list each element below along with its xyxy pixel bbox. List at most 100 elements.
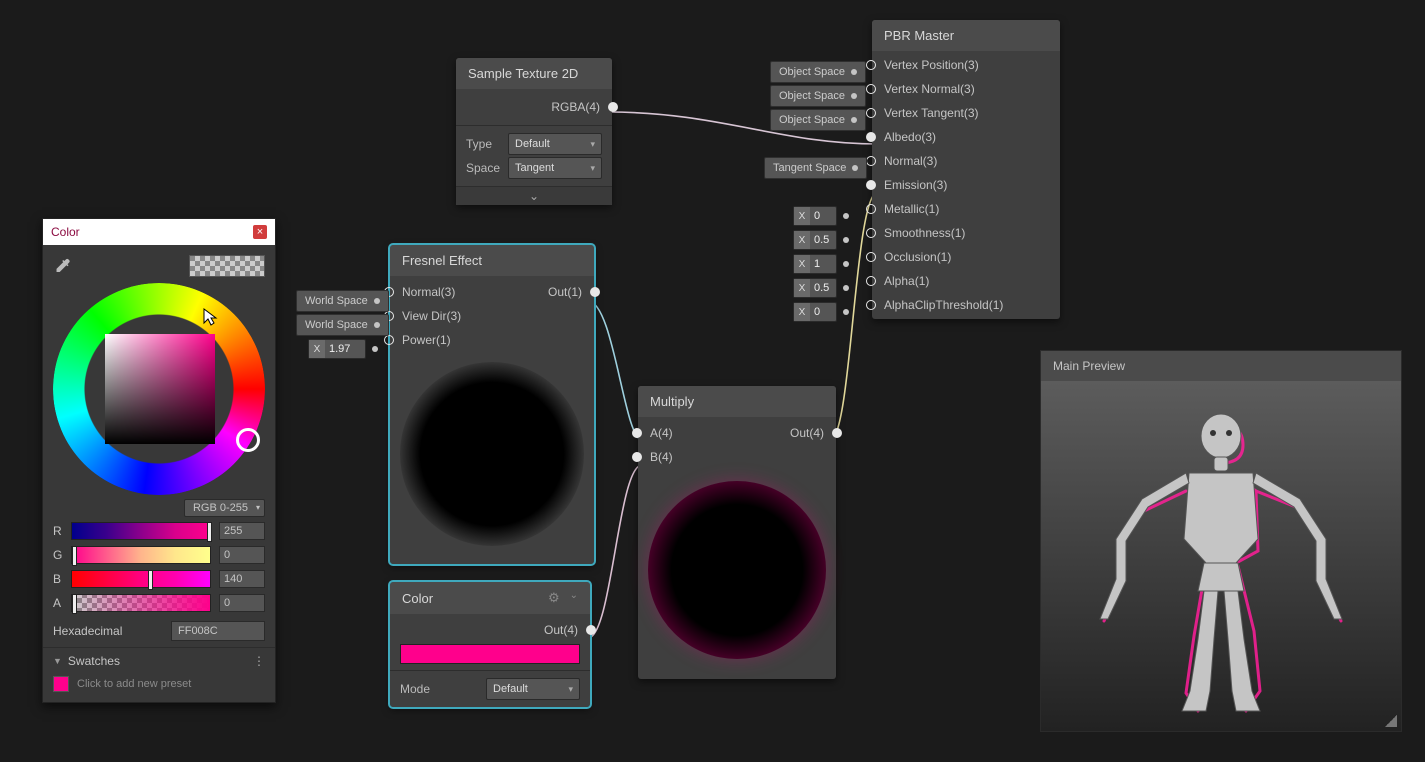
node-fresnel-effect[interactable]: Fresnel Effect Normal(3) View Dir(3) Pow…: [390, 245, 594, 564]
input-port-alphaclip[interactable]: [866, 300, 876, 310]
input-port-smoothness[interactable]: [866, 228, 876, 238]
input-label: Metallic(1): [884, 202, 939, 216]
input-port-normal[interactable]: [866, 156, 876, 166]
panel-title: Main Preview: [1041, 351, 1401, 381]
color-wheel[interactable]: [53, 283, 265, 495]
r-value[interactable]: 255: [219, 522, 265, 540]
input-port-emission[interactable]: [866, 180, 876, 190]
chevron-down-icon[interactable]: ▼: [53, 656, 62, 666]
status-dot: [374, 322, 380, 328]
node-multiply[interactable]: Multiply A(4) B(4) Out(4): [638, 386, 836, 679]
more-icon[interactable]: ⋮: [253, 654, 265, 668]
space-tag[interactable]: Object Space: [770, 85, 866, 107]
power-field[interactable]: X1.97: [308, 339, 366, 359]
smoothness-field[interactable]: X0.5: [793, 230, 837, 250]
alpha-field[interactable]: X0.5: [793, 278, 837, 298]
input-label-normal: Normal(3): [402, 285, 455, 299]
g-value[interactable]: 0: [219, 546, 265, 564]
input-label: Alpha(1): [884, 274, 929, 288]
g-slider[interactable]: [71, 546, 211, 564]
cursor-icon: [203, 308, 219, 326]
space-label: Space: [466, 161, 500, 175]
close-button[interactable]: ×: [253, 225, 267, 239]
input-port-vertex-normal[interactable]: [866, 84, 876, 94]
gear-icon[interactable]: ⚙: [548, 590, 560, 606]
space-tag-viewdir[interactable]: World Space: [296, 314, 389, 336]
output-port-out[interactable]: [586, 625, 596, 635]
mode-select[interactable]: Default▾: [486, 678, 580, 700]
color-swatch[interactable]: [400, 644, 580, 664]
input-port-metallic[interactable]: [866, 204, 876, 214]
space-tag[interactable]: Tangent Space: [764, 157, 867, 179]
b-value[interactable]: 140: [219, 570, 265, 588]
r-slider[interactable]: [71, 522, 211, 540]
input-label: Vertex Normal(3): [884, 82, 975, 96]
b-slider[interactable]: [71, 570, 211, 588]
a-slider[interactable]: [71, 594, 211, 612]
output-port-out[interactable]: [590, 287, 600, 297]
space-tag[interactable]: Object Space: [770, 109, 866, 131]
node-title: Sample Texture 2D: [456, 58, 612, 89]
eyedropper-icon[interactable]: [53, 257, 71, 275]
mode-label: Mode: [400, 682, 430, 696]
preset-swatch[interactable]: [53, 676, 69, 692]
input-label: Smoothness(1): [884, 226, 965, 240]
input-label: Vertex Position(3): [884, 58, 979, 72]
output-label: Out(4): [544, 623, 578, 637]
preview-viewport[interactable]: [1041, 381, 1401, 731]
saturation-value-box[interactable]: [105, 334, 215, 444]
space-select[interactable]: Tangent▾: [508, 157, 602, 179]
alphaclip-field[interactable]: X0: [793, 302, 837, 322]
status-dot: [843, 309, 849, 315]
status-dot: [852, 165, 858, 171]
node-sample-texture-2d[interactable]: Sample Texture 2D RGBA(4) Type Default▾ …: [456, 58, 612, 205]
space-tag[interactable]: Object Space: [770, 61, 866, 83]
input-label-b: B(4): [650, 450, 673, 464]
node-title: Color ⚙ ⌄: [390, 582, 590, 614]
output-port-out[interactable]: [832, 428, 842, 438]
node-preview: [400, 362, 584, 546]
node-title: PBR Master: [872, 20, 1060, 51]
type-select[interactable]: Default▾: [508, 133, 602, 155]
resize-handle[interactable]: [1385, 715, 1397, 727]
occlusion-field[interactable]: X1: [793, 254, 837, 274]
type-label: Type: [466, 137, 492, 151]
color-mode-select[interactable]: RGB 0-255▾: [184, 499, 265, 517]
color-picker-panel[interactable]: Color × RGB 0-255▾ R 255 G 0: [42, 218, 276, 703]
expand-toggle[interactable]: ⌄: [456, 186, 612, 205]
input-label: Normal(3): [884, 154, 937, 168]
input-port-alpha[interactable]: [866, 276, 876, 286]
chevron-down-icon[interactable]: ⌄: [570, 590, 578, 606]
input-port-albedo[interactable]: [866, 132, 876, 142]
status-dot: [851, 69, 857, 75]
input-port-occlusion[interactable]: [866, 252, 876, 262]
swatches-label: Swatches: [68, 654, 120, 668]
input-port-power[interactable]: [384, 335, 394, 345]
chevron-down-icon: ▾: [590, 163, 595, 174]
panel-title-bar[interactable]: Color ×: [43, 219, 275, 245]
input-label: AlphaClipThreshold(1): [884, 298, 1003, 312]
hex-field[interactable]: FF008C: [171, 621, 265, 641]
input-port-a[interactable]: [632, 428, 642, 438]
r-label: R: [53, 524, 63, 538]
metallic-field[interactable]: X0: [793, 206, 837, 226]
input-port-b[interactable]: [632, 452, 642, 462]
status-dot: [372, 346, 378, 352]
status-dot: [851, 117, 857, 123]
node-pbr-master[interactable]: PBR Master Vertex Position(3) Vertex Nor…: [872, 20, 1060, 319]
chevron-down-icon: ▾: [590, 139, 595, 150]
input-port-vertex-tangent[interactable]: [866, 108, 876, 118]
a-value[interactable]: 0: [219, 594, 265, 612]
node-color[interactable]: Color ⚙ ⌄ Out(4) Mode Default▾: [390, 582, 590, 707]
robot-preview: [1086, 391, 1356, 721]
current-color-swatch: [189, 255, 265, 277]
hue-indicator[interactable]: [236, 428, 260, 452]
input-label-a: A(4): [650, 426, 673, 440]
space-tag-normal[interactable]: World Space: [296, 290, 389, 312]
output-port-rgba[interactable]: [608, 102, 618, 112]
input-port-vertex-position[interactable]: [866, 60, 876, 70]
status-dot: [843, 237, 849, 243]
main-preview-panel[interactable]: Main Preview: [1040, 350, 1402, 732]
input-label-viewdir: View Dir(3): [402, 309, 461, 323]
output-label: Out(1): [548, 285, 582, 299]
